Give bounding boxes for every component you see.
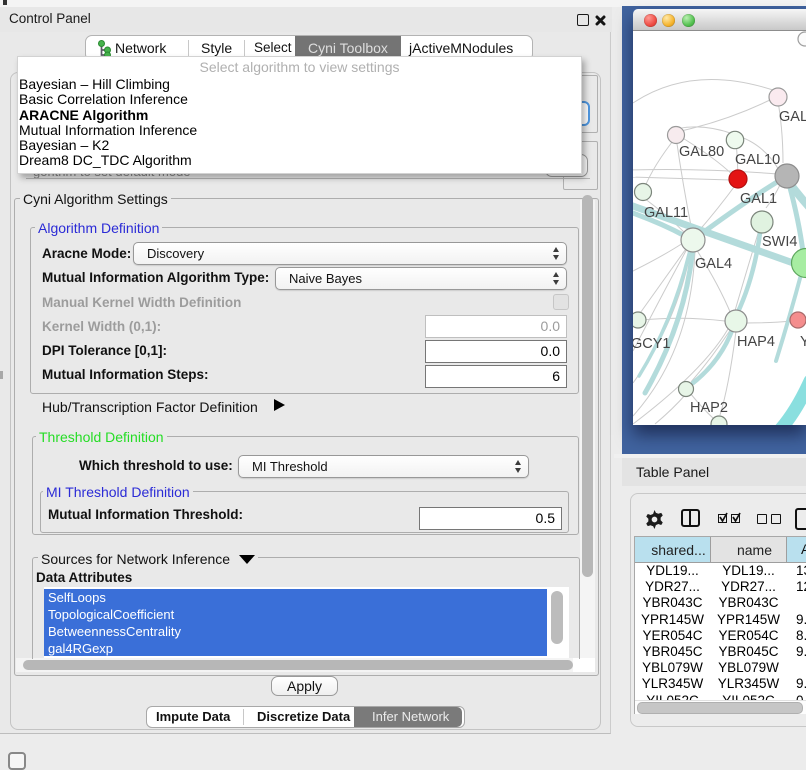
svg-text:Y: Y	[800, 334, 806, 350]
svg-text:HAP2: HAP2	[690, 400, 728, 416]
svg-text:GAL11: GAL11	[644, 205, 688, 221]
svg-text:GAL10: GAL10	[735, 152, 780, 168]
svg-text:GAL2: GAL2	[779, 109, 806, 125]
svg-text:HAP4: HAP4	[737, 334, 775, 350]
svg-text:GCY1: GCY1	[633, 336, 671, 352]
svg-text:SWI4: SWI4	[762, 234, 797, 250]
svg-text:GAL1: GAL1	[740, 191, 777, 207]
svg-text:GAL4: GAL4	[695, 256, 732, 272]
svg-text:GAL80: GAL80	[679, 144, 724, 160]
